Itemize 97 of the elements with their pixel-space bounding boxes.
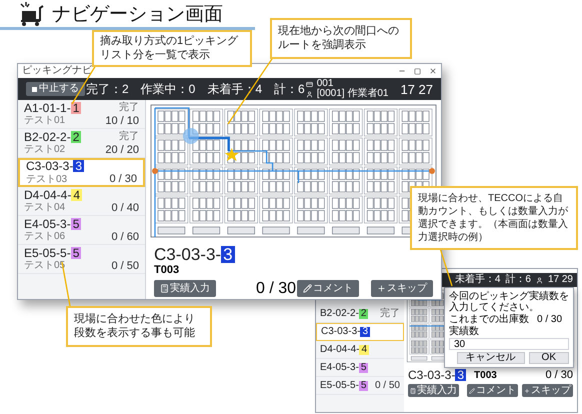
quantity-count: 0 / 60: [111, 232, 139, 242]
location-code: D4-04-4-: [320, 344, 360, 354]
count-stat: 作業中：0: [140, 83, 196, 95]
picking-list-item[interactable]: A1-01-1- 1 完了 テスト01 10 / 10: [18, 100, 145, 129]
status-label: 完了: [380, 308, 400, 318]
window-title: ピッキングナビ: [22, 66, 92, 76]
skip-button[interactable]: スキップ: [371, 280, 433, 297]
picking-list-item[interactable]: D4-04-4- 4 テスト04 0 / 40: [18, 187, 145, 216]
item-name: テスト04: [24, 203, 66, 213]
picking-list-item[interactable]: E4-05-3- 5 テスト06 0 / 60: [18, 216, 145, 245]
maximize-icon[interactable]: [414, 68, 421, 74]
location-code: E4-05-3-: [320, 362, 359, 372]
leader-line: [439, 248, 453, 286]
picking-list-item[interactable]: C3-03-3- 3: [316, 323, 404, 341]
comment-button[interactable]: コメント: [297, 280, 359, 297]
quantity-count: 0 / 30: [256, 280, 296, 296]
page-title: ナビゲーション画面: [52, 4, 223, 24]
user-icon: [306, 90, 313, 98]
tier-badge: 5: [358, 362, 368, 372]
picking-list-item[interactable]: E5-05-5- 5 0 / 50: [316, 377, 404, 395]
item-name: テスト06: [24, 232, 66, 242]
user-id: 001: [316, 79, 334, 89]
location-code: E4-05-3-: [24, 218, 71, 230]
quantity-count: 20 / 20: [105, 144, 139, 156]
cancel-button[interactable]: キャンセル: [456, 352, 525, 364]
tier-badge: 4: [359, 344, 370, 354]
quantity-count: 0 / 50: [374, 380, 400, 390]
quantity-count: 0 / 30: [545, 370, 573, 381]
picking-list-item[interactable]: D4-04-4- 4: [316, 341, 404, 359]
tier-badge: 5: [358, 380, 368, 390]
quantity-input[interactable]: 30: [449, 338, 569, 350]
item-name: テスト01: [24, 116, 66, 126]
location-code: E5-05-5-: [320, 380, 359, 390]
clock-time: 17 29: [548, 275, 573, 285]
plus-icon: [524, 388, 530, 394]
tier-badge: 3: [73, 160, 84, 172]
tier-badge: 2: [70, 130, 82, 142]
tier-badge: 3: [455, 369, 466, 381]
picking-list-item[interactable]: C3-03-3- 3 テスト03 0 / 30: [18, 158, 145, 187]
quantity-count: 10 / 10: [105, 116, 139, 126]
pencil-icon: [303, 284, 312, 293]
skip-button[interactable]: スキップ: [522, 384, 573, 397]
item-name: テスト03: [26, 174, 68, 184]
count-stat: 計：6: [274, 83, 305, 95]
ok-button[interactable]: OK: [528, 352, 569, 364]
id-card-icon: [306, 80, 313, 88]
dialog-message: 今回のピッキング実績数を入力してください。: [449, 291, 569, 313]
tier-badge: 3: [360, 327, 370, 337]
user-icon: [536, 276, 543, 284]
count-stat: 計：6: [505, 275, 531, 285]
count-stat: 完了：2: [86, 83, 129, 95]
tier-badge: 5: [70, 246, 82, 258]
item-name: テスト02: [24, 145, 66, 155]
location-code: B2-02-2-: [24, 130, 71, 142]
item-code: T003: [474, 371, 497, 381]
tier-badge: 1: [70, 102, 82, 114]
callout-note: 現在地から次の間口へのルートを強調表示: [270, 18, 412, 59]
stop-button[interactable]: 中止する: [26, 82, 85, 96]
status-label: 完了: [119, 132, 139, 142]
quantity-count: 0 / 30: [109, 174, 137, 185]
location-code: B2-02-2-: [320, 308, 359, 318]
location-code: E5-05-5-: [24, 246, 71, 258]
quantity-count: 0 / 50: [111, 260, 139, 272]
clock-time: 17 27: [400, 82, 433, 96]
stop-icon: [32, 86, 37, 92]
tier-badge: 4: [71, 188, 82, 200]
input-button[interactable]: 実績入力: [154, 280, 216, 297]
location-code: A1-01-1-: [24, 102, 71, 114]
current-location: C3-03-3-: [408, 369, 456, 381]
callout-note: 現場に合わせた色により段数を表示する事も可能: [66, 306, 212, 347]
shipped-value: 0 / 30: [537, 314, 562, 325]
status-label: 完了: [119, 102, 139, 112]
current-location: C3-03-3-: [154, 246, 222, 263]
calculator-icon: [160, 284, 169, 293]
input-button[interactable]: 実績入力: [408, 384, 459, 397]
tier-badge: 5: [70, 218, 82, 230]
pencil-icon: [469, 388, 475, 394]
location-code: D4-04-4-: [24, 188, 72, 200]
leader-line: [71, 64, 97, 104]
comment-button[interactable]: コメント: [467, 384, 518, 397]
tier-badge: 2: [358, 308, 368, 318]
callout-note: 摘み取り方式の1ピッキングリスト分を一覧で表示: [92, 30, 252, 67]
location-code: C3-03-3-: [26, 160, 74, 172]
item-code: T003: [154, 265, 180, 276]
user-name: [0001] 作業者01: [316, 89, 388, 99]
plus-icon: [377, 284, 386, 293]
quantity-count: 0 / 40: [111, 202, 139, 214]
tier-badge: 3: [221, 246, 235, 263]
calculator-icon: [410, 388, 416, 394]
location-code: C3-03-3-: [321, 327, 360, 337]
count-stat: 未着手：4: [454, 275, 500, 285]
picking-list-item[interactable]: E4-05-3- 5: [316, 359, 404, 377]
callout-note: 現場に合わせ、TECCOによる自動カウント、もしくは数量入力が選択できます。（本画面は数量入力選択時の例）: [410, 186, 578, 250]
shipped-label: これまでの出庫数: [449, 314, 529, 325]
close-icon[interactable]: [429, 67, 437, 75]
field-label: 実績数: [449, 326, 480, 337]
cart-icon: [18, 2, 44, 26]
